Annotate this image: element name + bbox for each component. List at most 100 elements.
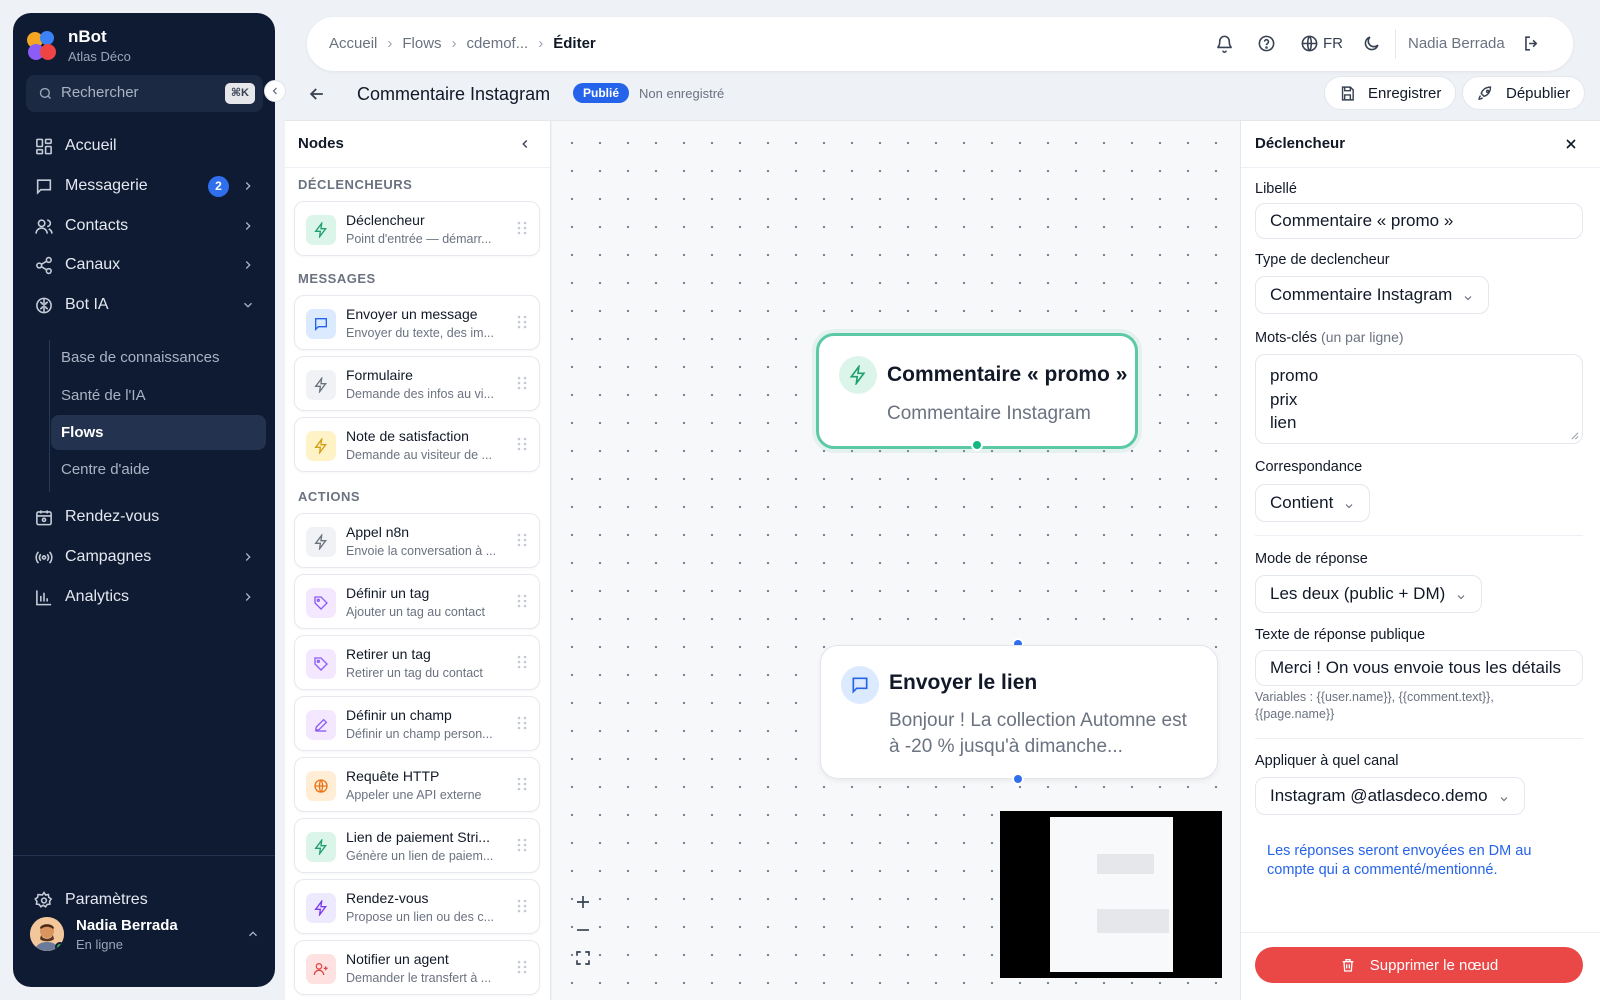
output-handle[interactable] [971, 439, 983, 451]
resize-grip-icon[interactable] [1570, 431, 1579, 440]
public-reply-input[interactable]: Merci ! On vous envoie tous les détails [1255, 650, 1583, 686]
user-menu[interactable]: Nadia Berrada En ligne [30, 915, 260, 957]
nav-item-channels[interactable]: Canaux [25, 247, 265, 283]
app-name: nBot [68, 27, 107, 46]
nav-item-home[interactable]: Accueil [25, 128, 265, 164]
palette-node-form[interactable]: Formulaire Demande des infos au vi... [294, 356, 540, 411]
language-switcher[interactable]: FR [1300, 34, 1343, 53]
drag-handle-icon[interactable] [517, 777, 527, 791]
nav-item-analytics[interactable]: Analytics [25, 579, 265, 615]
canvas-node-text-line: Bonjour ! La collection Automne est [889, 710, 1187, 731]
user-status: En ligne [76, 937, 123, 952]
fit-view-icon[interactable] [574, 949, 592, 967]
nav-label: Contacts [65, 217, 129, 234]
drag-handle-icon[interactable] [517, 960, 527, 974]
minimap[interactable] [1000, 811, 1222, 978]
collapse-palette-icon[interactable] [518, 137, 532, 151]
drag-handle-icon[interactable] [517, 594, 527, 608]
canvas-node-send-link[interactable]: Envoyer le lien Bonjour ! La collection … [820, 645, 1218, 779]
nbot-logo-icon [27, 31, 56, 60]
brand[interactable]: nBot Atlas Déco [25, 27, 265, 73]
palette-node-title: Définir un champ [346, 707, 452, 723]
channel-value: Instagram @atlasdeco.demo [1270, 786, 1488, 805]
nav-label: Accueil [65, 137, 117, 154]
nav-item-bot-ai[interactable]: Bot IA [25, 287, 265, 323]
subnav-item-flows[interactable]: Flows [51, 415, 266, 450]
bar-chart-icon [36, 589, 52, 605]
drag-handle-icon[interactable] [517, 221, 527, 235]
sidebar-divider [13, 855, 275, 856]
breadcrumb-separator: › [387, 35, 393, 52]
collapse-sidebar-button[interactable] [264, 80, 286, 102]
zap-icon [306, 370, 336, 400]
delete-label: Supprimer le nœud [1369, 956, 1499, 974]
trigger-type-select[interactable]: Commentaire Instagram [1255, 276, 1490, 314]
palette-node-title: Notifier un agent [346, 951, 449, 967]
unpublish-button[interactable]: Dépublier [1462, 76, 1586, 110]
palette-node-title: Note de satisfaction [346, 428, 469, 444]
topbar: Accueil › Flows › cdemof... › Éditer FR … [307, 17, 1573, 71]
palette-node-trigger[interactable]: Déclencheur Point d'entrée — démarr... [294, 201, 540, 256]
palette-node-set-tag[interactable]: Définir un tag Ajouter un tag au contact [294, 574, 540, 629]
breadcrumb-flow[interactable]: cdemof... [467, 35, 529, 52]
palette-node-title: Formulaire [346, 367, 413, 383]
bell-icon[interactable] [1215, 34, 1234, 53]
output-handle[interactable] [1012, 773, 1024, 785]
back-arrow-icon[interactable] [307, 84, 327, 104]
flow-canvas[interactable]: Commentaire « promo » Commentaire Instag… [552, 121, 1240, 1000]
section-label-actions: ACTIONS [298, 489, 360, 504]
drag-handle-icon[interactable] [517, 899, 527, 913]
breadcrumb-flows[interactable]: Flows [402, 35, 441, 52]
palette-node-set-field[interactable]: Définir un champ Définir un champ person… [294, 696, 540, 751]
close-icon[interactable] [1563, 136, 1579, 152]
palette-node-n8n[interactable]: Appel n8n Envoie la conversation à ... [294, 513, 540, 568]
drag-handle-icon[interactable] [517, 437, 527, 451]
label-input[interactable]: Commentaire « promo » [1255, 203, 1583, 239]
keywords-textarea[interactable]: promo prix lien [1255, 354, 1583, 444]
nav-item-appointments[interactable]: Rendez-vous [25, 499, 265, 535]
palette-node-http[interactable]: Requête HTTP Appeler une API externe [294, 757, 540, 812]
delete-node-button[interactable]: Supprimer le nœud [1255, 947, 1583, 983]
save-button[interactable]: Enregistrer [1324, 76, 1457, 110]
drag-handle-icon[interactable] [517, 376, 527, 390]
canvas-node-title: Envoyer le lien [889, 671, 1038, 694]
palette-node-satisfaction[interactable]: Note de satisfaction Demande au visiteur… [294, 417, 540, 472]
palette-node-appointment[interactable]: Rendez-vous Propose un lien ou des c... [294, 879, 540, 934]
help-circle-icon[interactable] [1257, 34, 1276, 53]
keyword-line: promo [1270, 366, 1319, 385]
drag-handle-icon[interactable] [517, 716, 527, 730]
calendar-icon [36, 509, 52, 525]
drag-handle-icon[interactable] [517, 533, 527, 547]
search-input[interactable]: Rechercher ⌘K [26, 75, 263, 112]
nav-item-contacts[interactable]: Contacts [25, 208, 265, 244]
palette-node-send-message[interactable]: Envoyer un message Envoyer du texte, des… [294, 295, 540, 350]
drag-handle-icon[interactable] [517, 838, 527, 852]
breadcrumb-separator: › [451, 35, 457, 52]
canvas-node-trigger[interactable]: Commentaire « promo » Commentaire Instag… [816, 333, 1138, 449]
channel-select[interactable]: Instagram @atlasdeco.demo [1255, 777, 1525, 815]
flow-title[interactable]: Commentaire Instagram [357, 84, 550, 105]
nav-item-settings[interactable]: Paramètres [25, 882, 265, 918]
subnav-item-help-center[interactable]: Centre d'aide [51, 452, 266, 487]
match-select[interactable]: Contient [1255, 484, 1371, 522]
palette-node-desc: Retirer un tag du contact [346, 666, 483, 680]
palette-node-remove-tag[interactable]: Retirer un tag Retirer un tag du contact [294, 635, 540, 690]
zoom-in-icon[interactable] [574, 893, 592, 911]
zap-icon [306, 431, 336, 461]
nav-item-messaging[interactable]: Messagerie 2 [25, 168, 265, 204]
section-label-messages: MESSAGES [298, 271, 376, 286]
palette-node-desc: Ajouter un tag au contact [346, 605, 485, 619]
subnav-item-ai-health[interactable]: Santé de l'IA [51, 378, 266, 413]
palette-node-notify-agent[interactable]: Notifier un agent Demander le transfert … [294, 940, 540, 995]
reply-mode-select[interactable]: Les deux (public + DM) [1255, 575, 1483, 613]
palette-node-stripe[interactable]: Lien de paiement Stri... Génère un lien … [294, 818, 540, 873]
chevron-right-icon [245, 222, 251, 230]
subnav-item-knowledge-base[interactable]: Base de connaissances [51, 340, 266, 375]
moon-icon[interactable] [1362, 34, 1381, 53]
drag-handle-icon[interactable] [517, 655, 527, 669]
logout-icon[interactable] [1522, 34, 1541, 53]
drag-handle-icon[interactable] [517, 315, 527, 329]
zoom-out-icon[interactable] [574, 921, 592, 939]
nav-item-campaigns[interactable]: Campagnes [25, 539, 265, 575]
breadcrumb-home[interactable]: Accueil [329, 35, 377, 52]
